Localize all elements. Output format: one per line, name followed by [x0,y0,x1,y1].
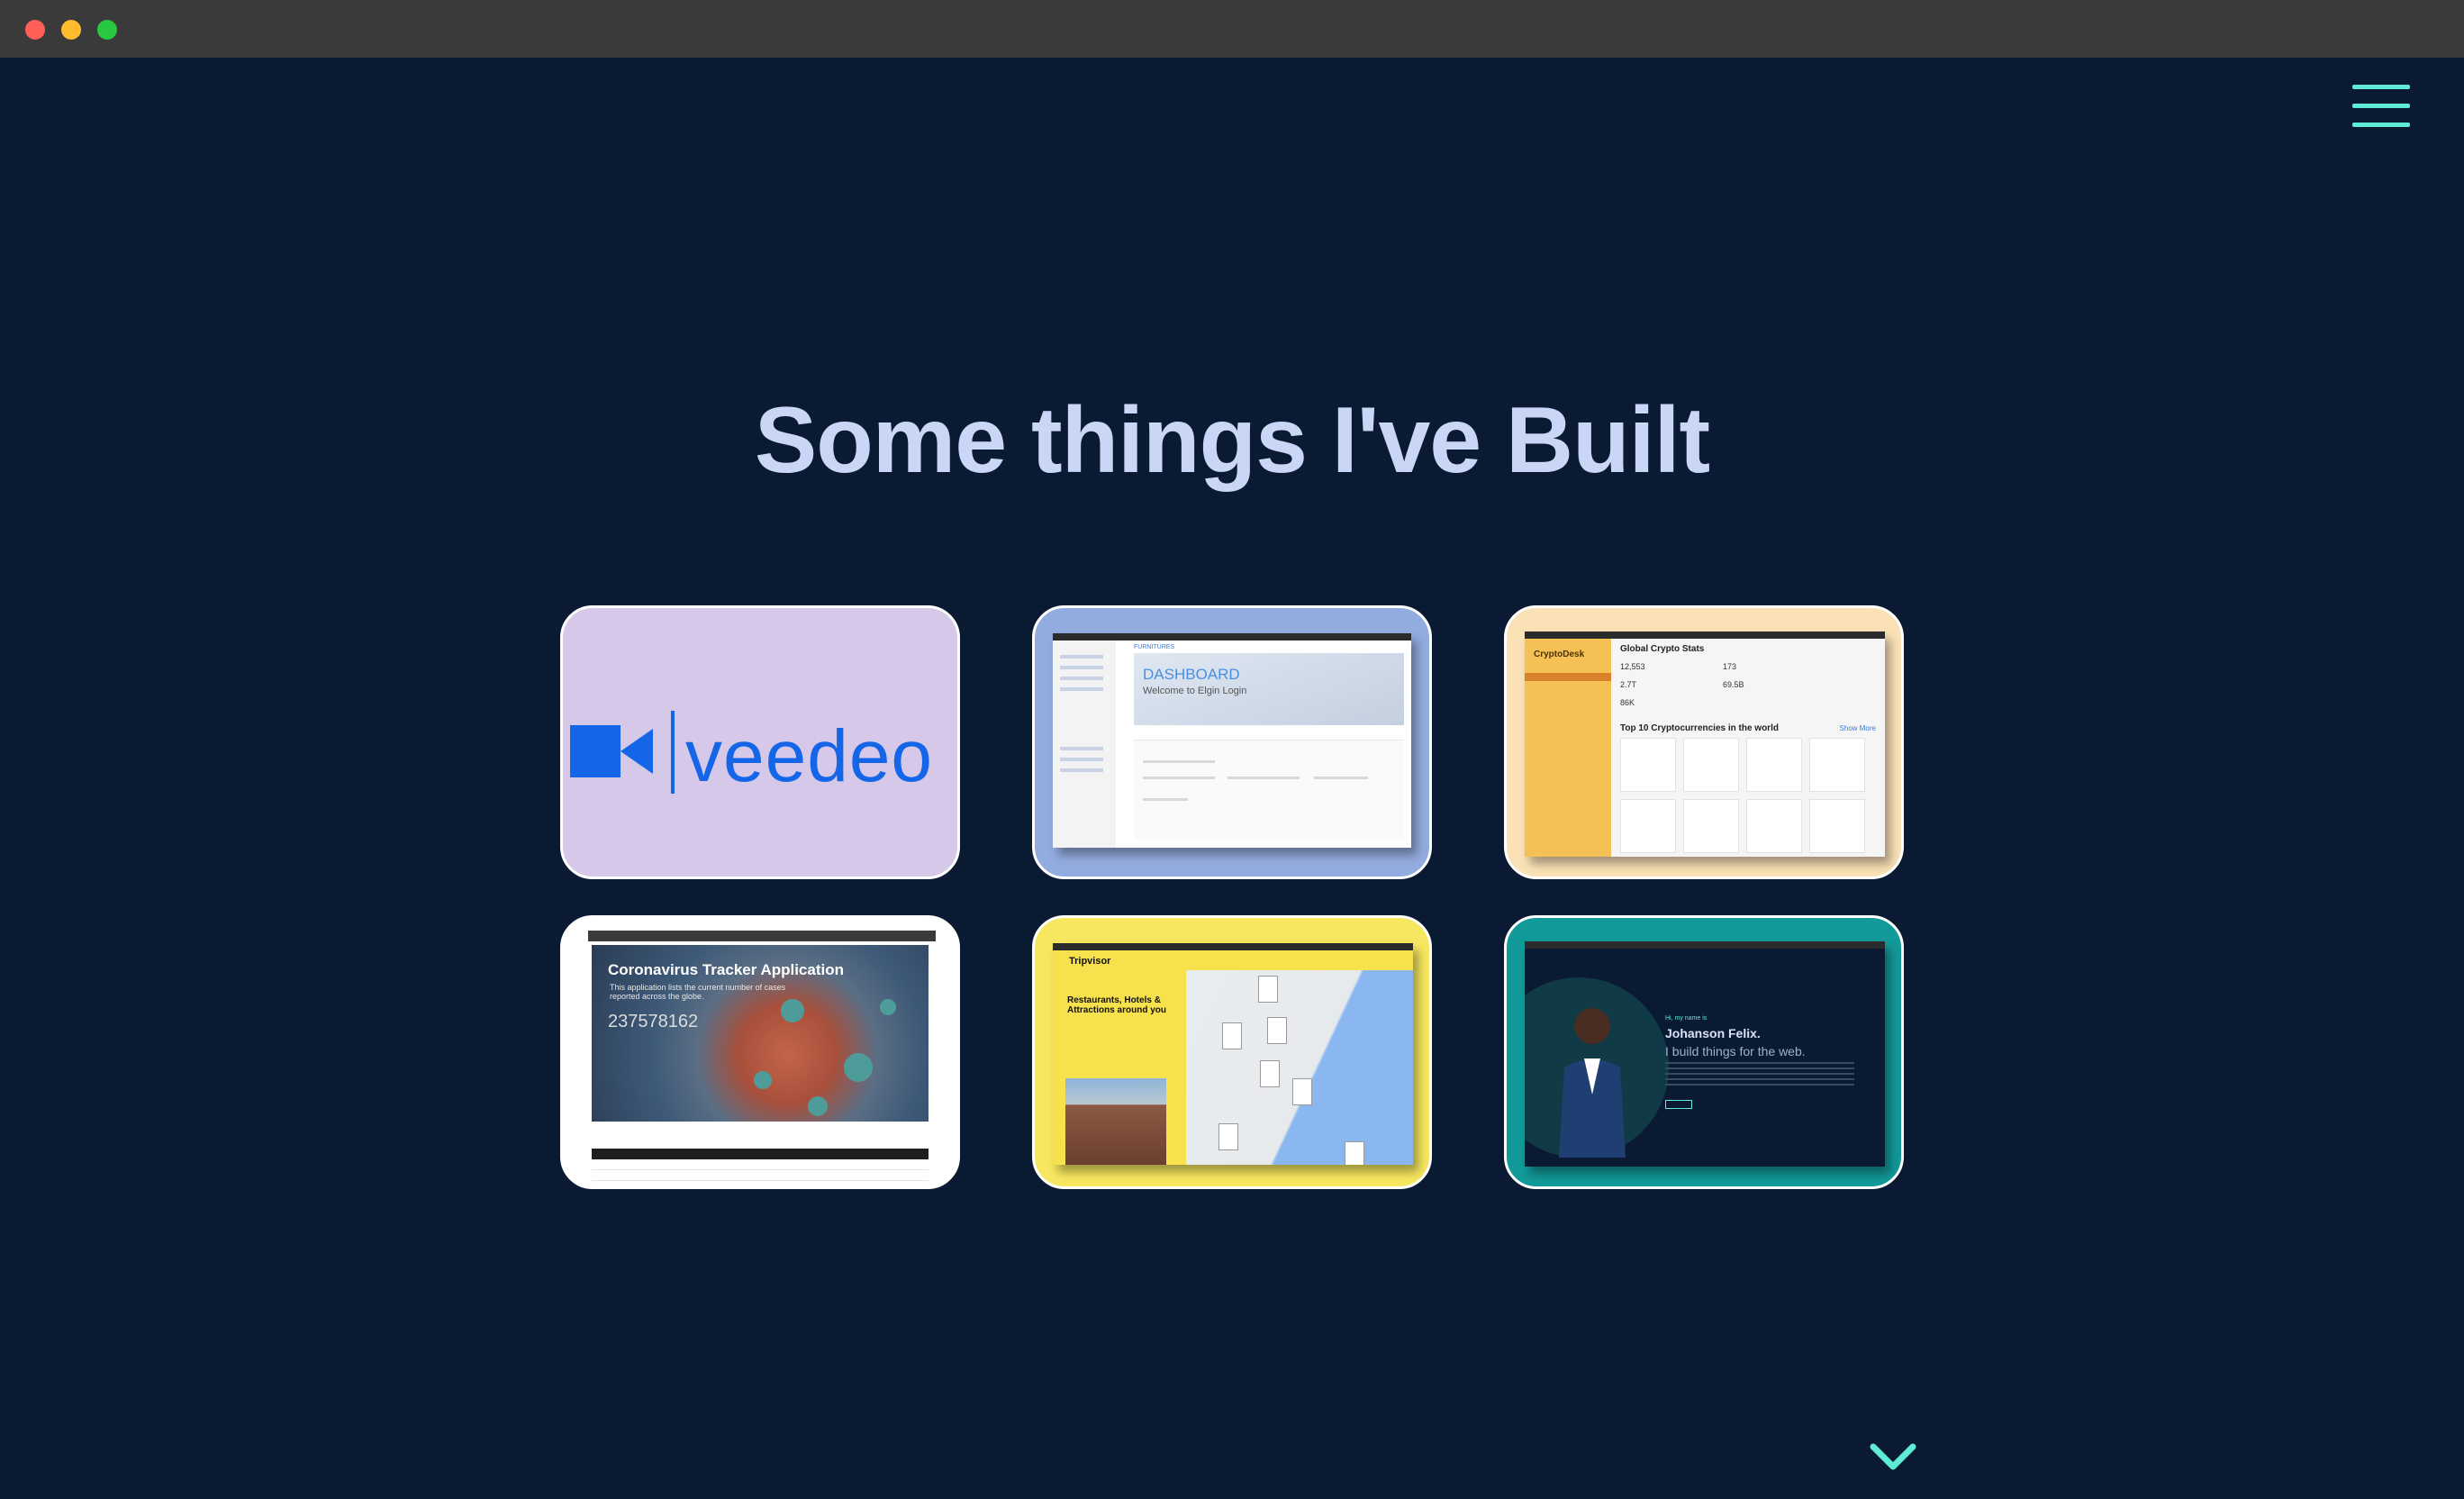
project-card-furniture-dashboard[interactable]: FURNITURES DASHBOARD Welcome to Elgin Lo… [1032,605,1432,879]
screenshot-top-label: FURNITURES [1134,644,1175,650]
screenshot-coin-card [1809,738,1865,792]
screenshot-table [592,1131,929,1186]
screenshot-form [1134,740,1404,840]
screenshot-sidebar [1053,640,1116,848]
screenshot-headline: Restaurants, Hotels & Attractions around… [1067,995,1167,1015]
screenshot-stat: 86K [1620,698,1635,707]
screenshot-paragraph [1665,1062,1854,1086]
screenshot-welcome: Welcome to Elgin Login [1143,686,1247,696]
screenshot-stat: 69.5B [1723,680,1744,689]
project-card-veedeo[interactable]: veedeo [560,605,960,879]
veedeo-logo-text: veedeo [685,715,934,797]
screenshot-titlebar [1525,941,1885,949]
screenshot-coin-card [1809,799,1865,853]
screenshot-heading: Global Crypto Stats [1620,644,1705,654]
project-card-cryptodesk[interactable]: CryptoDesk Global Crypto Stats 12,553 17… [1504,605,1904,879]
project-screenshot: CryptoDesk Global Crypto Stats 12,553 17… [1525,631,1885,857]
screenshot-titlebar [1053,943,1413,950]
screenshot-brand: CryptoDesk [1534,650,1585,659]
screenshot-show-more: Show More [1839,724,1876,732]
screenshot-coin-card [1746,799,1802,853]
screenshot-titlebar [1525,631,1885,639]
project-card-coronavirus-tracker[interactable]: Coronavirus Tracker Application This app… [560,915,960,1189]
menu-line [2352,85,2410,89]
project-card-portfolio[interactable]: Hi, my name is Johanson Felix. I build t… [1504,915,1904,1189]
hamburger-menu-icon[interactable] [2352,81,2410,132]
window-titlebar [0,0,2464,58]
screenshot-map [1186,970,1413,1165]
screenshot-active-nav [1525,673,1611,681]
screenshot-coin-card [1620,799,1676,853]
screenshot-titlebar [588,931,936,941]
minimize-window-button[interactable] [61,20,81,40]
screenshot-stat: 173 [1723,662,1737,671]
screenshot-heading: DASHBOARD [1143,666,1240,683]
section-title: Some things I've Built [754,388,1710,493]
screenshot-stat: 12,553 [1620,662,1645,671]
project-screenshot: Hi, my name is Johanson Felix. I build t… [1525,941,1885,1167]
project-screenshot: FURNITURES DASHBOARD Welcome to Elgin Lo… [1053,633,1411,848]
maximize-window-button[interactable] [97,20,117,40]
screenshot-subheading: Top 10 Cryptocurrencies in the world [1620,723,1779,733]
menu-line [2352,123,2410,127]
screenshot-sidebar: CryptoDesk [1525,639,1611,857]
screenshot-coin-card [1683,799,1739,853]
screenshot-stat: 2.7T [1620,680,1637,689]
screenshot-brand: Tripvisor [1069,956,1111,967]
project-card-tripvisor[interactable]: Tripvisor Restaurants, Hotels & Attracti… [1032,915,1432,1189]
screenshot-coin-card [1620,738,1676,792]
screenshot-photo [1065,1078,1166,1165]
project-screenshot: Tripvisor Restaurants, Hotels & Attracti… [1053,943,1413,1165]
screenshot-greeting: Hi, my name is [1665,1015,1708,1022]
screenshot-coin-card [1746,738,1802,792]
screenshot-name: Johanson Felix. [1665,1026,1761,1040]
screenshot-title: Coronavirus Tracker Application [608,961,844,978]
screenshot-subtitle: This application lists the current numbe… [610,983,786,1001]
screenshot-tagline: I build things for the web. [1665,1044,1806,1058]
project-screenshot: Coronavirus Tracker Application This app… [588,931,936,1186]
chevron-down-icon[interactable] [1868,1440,1918,1476]
screenshot-titlebar [1053,633,1411,640]
screenshot-resume-button [1665,1100,1692,1109]
menu-line [2352,104,2410,108]
close-window-button[interactable] [25,20,45,40]
screenshot-coin-card [1683,738,1739,792]
screenshot-count: 237578162 [608,1012,699,1031]
person-photo-icon [1559,1008,1626,1158]
